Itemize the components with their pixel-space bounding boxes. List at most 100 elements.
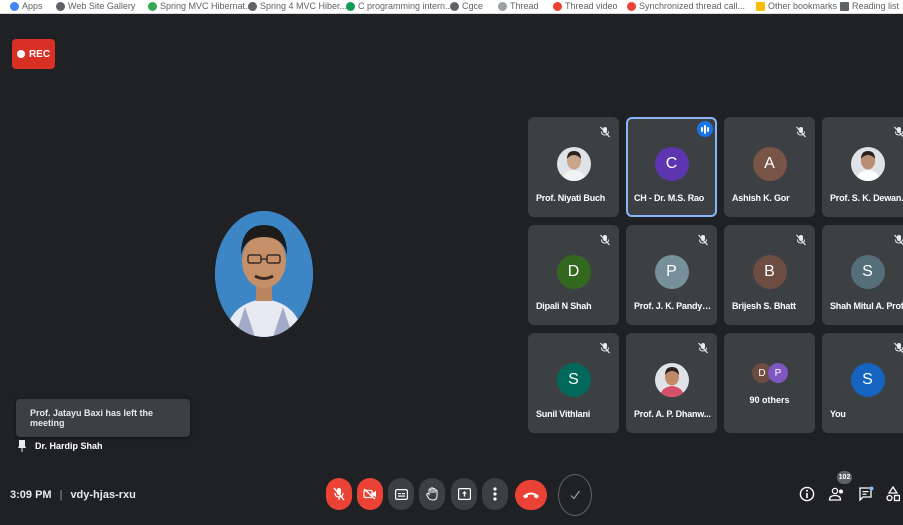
mic-muted-icon: [795, 233, 807, 246]
participant-name: Prof. J. K. Pandya...: [634, 301, 713, 311]
present-screen-button[interactable]: [451, 478, 477, 510]
mic-muted-icon: [599, 233, 611, 246]
youtube-icon: [627, 1, 636, 11]
participant-photo: [556, 147, 591, 181]
people-button[interactable]: [828, 484, 846, 504]
mic-muted-icon: [697, 233, 709, 246]
main-speaker-avatar: [215, 211, 313, 337]
folder-icon: [756, 1, 765, 11]
bookmark-item[interactable]: Thread: [498, 0, 539, 13]
mic-muted-icon: [599, 125, 611, 138]
more-options-button[interactable]: [482, 478, 508, 510]
people-icon: [828, 487, 843, 501]
participant-name: Shah Mitul A. Prof.: [830, 301, 903, 311]
globe-icon: [498, 1, 507, 11]
participant-name: Prof. S. K. Dewan...: [830, 193, 903, 203]
bookmark-item[interactable]: C programming intern...: [346, 0, 453, 13]
raise-hand-button[interactable]: [419, 478, 445, 510]
record-dot-icon: [16, 50, 25, 58]
others-count-label: 90 others: [749, 395, 790, 405]
participant-tile[interactable]: Prof. Niyati Buch: [528, 117, 619, 217]
participant-count-badge: 102: [837, 471, 852, 484]
participant-tile[interactable]: B Brijesh S. Bhatt: [724, 225, 815, 325]
chat-icon: [859, 486, 874, 502]
participant-name: Prof. A. P. Dhanw...: [634, 409, 711, 419]
speaking-indicator-icon: [697, 121, 713, 137]
bookmark-item[interactable]: Spring 4 MVC Hiber...: [248, 0, 347, 13]
globe-icon: [248, 1, 257, 11]
divider: |: [59, 489, 63, 501]
present-icon: [457, 488, 471, 500]
participant-tile[interactable]: S You: [822, 333, 903, 433]
meeting-details: 3:09 PM | vdy-hjas-rxu: [10, 485, 136, 505]
bookmark-item[interactable]: Spring MVC Hibernat...: [148, 0, 253, 13]
participant-avatar: S: [850, 255, 885, 289]
participant-name: CH - Dr. M.S. Rao: [634, 193, 705, 203]
meeting-time: 3:09 PM: [10, 489, 52, 501]
participant-tile[interactable]: A Ashish K. Gor: [724, 117, 815, 217]
mic-off-icon: [333, 487, 345, 501]
activities-icon: [886, 486, 900, 502]
bookmark-item[interactable]: Synchronized thread call...: [627, 0, 745, 13]
globe-icon: [56, 1, 65, 11]
participant-avatar: P: [654, 255, 689, 289]
youtube-icon: [553, 1, 562, 11]
participant-name: Brijesh S. Bhatt: [732, 301, 796, 311]
reading-list-icon: [840, 1, 849, 11]
hand-icon: [426, 487, 438, 501]
others-tile[interactable]: D P 90 others: [724, 333, 815, 433]
camera-toggle-button[interactable]: [357, 478, 383, 510]
bookmark-apps[interactable]: Apps: [10, 0, 43, 13]
others-avatar: P: [768, 363, 788, 383]
mic-muted-icon: [893, 233, 903, 246]
participant-name: Ashish K. Gor: [732, 193, 790, 203]
camera-off-icon: [363, 488, 376, 500]
participant-tile[interactable]: C CH - Dr. M.S. Rao: [626, 117, 717, 217]
microphone-toggle-button[interactable]: [326, 478, 352, 510]
participant-tile[interactable]: D Dipali N Shah: [528, 225, 619, 325]
participant-tile[interactable]: S Sunil Vithlani: [528, 333, 619, 433]
mic-muted-icon: [893, 341, 903, 354]
bookmark-item[interactable]: Cgce: [450, 0, 483, 13]
activities-button[interactable]: [884, 484, 902, 504]
more-vert-icon: [493, 487, 497, 501]
bookmark-item[interactable]: Thread video: [553, 0, 618, 13]
mic-muted-icon: [697, 341, 709, 354]
reading-list[interactable]: Reading list: [840, 0, 899, 13]
participant-tile[interactable]: Prof. S. K. Dewan...: [822, 117, 903, 217]
participant-avatar: A: [752, 147, 787, 181]
participant-photo: [654, 363, 689, 397]
participant-tile[interactable]: S Shah Mitul A. Prof.: [822, 225, 903, 325]
bookmark-item[interactable]: Web Site Gallery: [56, 0, 135, 13]
bookmarks-bar: Apps Web Site Gallery Spring MVC Hiberna…: [0, 0, 903, 14]
recording-badge[interactable]: REC: [12, 39, 55, 69]
pinned-speaker-label: Dr. Hardip Shah: [18, 439, 103, 453]
info-icon: [799, 486, 815, 502]
participant-tile[interactable]: P Prof. J. K. Pandya...: [626, 225, 717, 325]
participant-photo: [850, 147, 885, 181]
sheet-icon: [346, 1, 355, 11]
meeting-code: vdy-hjas-rxu: [70, 489, 136, 501]
participant-avatar: C: [654, 147, 689, 181]
participant-name: Dipali N Shah: [536, 301, 592, 311]
mic-muted-icon: [795, 125, 807, 138]
participant-avatar: B: [752, 255, 787, 289]
mic-muted-icon: [893, 125, 903, 138]
meeting-info-button[interactable]: [798, 484, 816, 504]
confirm-button[interactable]: [558, 474, 592, 516]
notification-toast: Prof. Jatayu Baxi has left the meeting: [16, 399, 190, 437]
checkmark-icon: [570, 490, 580, 500]
mic-muted-icon: [599, 341, 611, 354]
leave-call-button[interactable]: [515, 480, 547, 510]
person-photo-icon: [215, 211, 313, 337]
participant-avatar: S: [850, 363, 885, 397]
participant-tile[interactable]: Prof. A. P. Dhanw...: [626, 333, 717, 433]
participant-avatar: D: [556, 255, 591, 289]
participant-name: Sunil Vithlani: [536, 409, 591, 419]
pin-icon: [18, 440, 26, 452]
captions-button[interactable]: [388, 478, 414, 510]
leaf-icon: [148, 1, 157, 11]
bookmark-folder[interactable]: Other bookmarks: [756, 0, 837, 13]
chat-button[interactable]: [857, 484, 875, 504]
apps-icon: [10, 1, 19, 11]
